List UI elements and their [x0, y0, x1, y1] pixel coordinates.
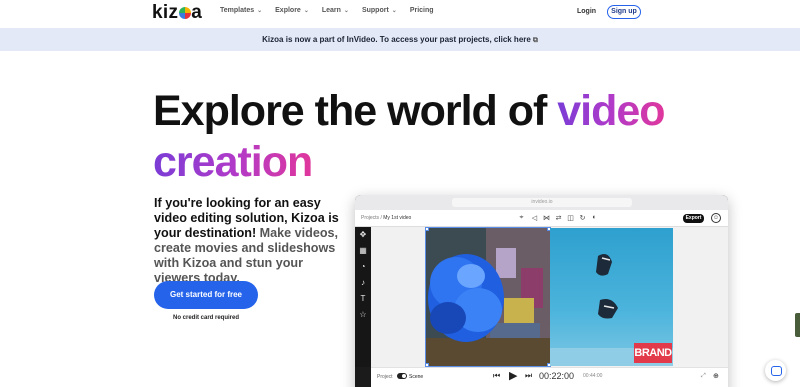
brand-logo-overlay: BRAND	[634, 343, 672, 363]
get-started-button[interactable]: Get started for free	[154, 281, 258, 309]
export-button: Export	[683, 214, 704, 223]
chevron-down-icon: ⌄	[343, 8, 349, 14]
editor-playback-bar: Project Scene ⏮ ▶ ⏭ 00:22:00 00:44:00 ⤢ …	[371, 367, 728, 387]
smoke-scene-image	[426, 228, 550, 366]
nav-item-support[interactable]: Support ⌄	[362, 7, 397, 14]
logo-text-a: kiz	[152, 2, 179, 23]
breadcrumb-sep: /	[380, 215, 382, 221]
nav-menu: Templates ⌄ Explore ⌄ Learn ⌄ Support ⌄ Pric…	[220, 7, 447, 14]
expand-icon: ⤢	[701, 373, 706, 379]
nav-item-label: Templates	[220, 7, 255, 14]
hero-title-gradient: video	[557, 87, 665, 135]
breadcrumb: Projects / My 1st video	[361, 215, 411, 221]
scene-label: Scene	[409, 374, 424, 380]
nav-item-templates[interactable]: Templates ⌄	[220, 7, 262, 14]
editor-canvas: BRAND	[371, 227, 728, 367]
skip-forward-icon: ⏭	[525, 371, 533, 380]
side-feedback-tab[interactable]	[795, 313, 800, 337]
nav-item-label: Explore	[275, 7, 301, 14]
browser-chrome: invideo.io	[355, 195, 728, 210]
top-nav: kiz a Templates ⌄ Explore ⌄ Learn ⌄ Support ⌄…	[0, 0, 800, 26]
avatar-icon: ☺	[711, 213, 721, 223]
play-icon: ▶	[509, 370, 518, 382]
project-scene-toggle	[397, 373, 407, 379]
external-link-icon: ⧉	[532, 37, 538, 44]
logo-text-b: a	[191, 2, 203, 23]
hero-title-gradient-2: creation	[153, 137, 313, 186]
chevron-down-icon: ⌄	[303, 8, 309, 14]
breadcrumb-current: My 1st video	[383, 215, 412, 221]
undo-icon: ↻	[579, 215, 586, 222]
hero-title: Explore the world of video creation	[153, 86, 713, 187]
login-link[interactable]: Login	[577, 8, 596, 15]
editor-side-tools: ✥ ▦ ◔ ♪ T ☆	[355, 227, 371, 367]
announcement-banner[interactable]: Kizoa is now a part of InVideo. To acces…	[0, 28, 800, 51]
zoom-icon: ⊕	[713, 373, 719, 380]
video-clip-smoke	[425, 227, 551, 367]
music-icon: ♪	[361, 278, 365, 287]
opacity-icon: ◫	[567, 215, 574, 222]
chevron-down-icon: ⌄	[257, 8, 263, 14]
chat-widget-icon[interactable]	[765, 360, 786, 381]
contrast-icon: ◐	[592, 214, 597, 221]
hero-title-plain: Explore the world of	[153, 87, 558, 135]
url-bar: invideo.io	[452, 198, 632, 207]
project-label: Project	[377, 374, 393, 380]
current-time: 00:22:00	[539, 371, 575, 381]
nav-item-explore[interactable]: Explore ⌄	[275, 7, 309, 14]
video-clip-sneakers: BRAND	[550, 228, 673, 366]
crop-icon: ⌖	[519, 214, 524, 221]
star-icon: ☆	[359, 310, 367, 319]
logo-o-icon	[178, 7, 191, 19]
nav-item-learn[interactable]: Learn ⌄	[322, 7, 349, 14]
skip-back-icon: ⏮	[493, 371, 501, 380]
banner-text: Kizoa is now a part of InVideo. To acces…	[262, 35, 531, 44]
nav-item-label: Support	[361, 7, 389, 14]
total-time: 00:44:00	[583, 373, 603, 379]
palette-icon: ◔	[360, 262, 366, 271]
volume-icon: ◁	[531, 215, 538, 222]
kizoa-logo[interactable]: kiz a	[152, 2, 203, 23]
nav-item-label: Learn	[321, 7, 341, 14]
nav-item-pricing[interactable]: Pricing	[410, 7, 434, 14]
text-icon: T	[360, 294, 366, 303]
move-icon: ✥	[359, 230, 367, 239]
hero-subtitle: If you're looking for an easy video edit…	[154, 196, 344, 286]
editor-toolbar: Projects / My 1st video ⌖ ◁ ⋈ ⇄ ◫ ↻ ◐ Ex…	[355, 210, 728, 227]
signup-button[interactable]: Sign up	[607, 5, 641, 19]
breadcrumb-root: Projects	[361, 215, 380, 221]
split-icon: ⋈	[543, 215, 550, 222]
media-icon: ▦	[359, 246, 367, 255]
nav-item-label: Pricing	[409, 7, 434, 14]
resize-handle	[426, 228, 429, 231]
resize-handle	[426, 363, 429, 366]
chevron-down-icon: ⌄	[391, 8, 397, 14]
no-credit-card-note: No credit card required	[172, 315, 240, 321]
editor-preview: invideo.io Projects / My 1st video ⌖ ◁ ⋈…	[355, 195, 728, 387]
swap-icon: ⇄	[555, 215, 562, 222]
